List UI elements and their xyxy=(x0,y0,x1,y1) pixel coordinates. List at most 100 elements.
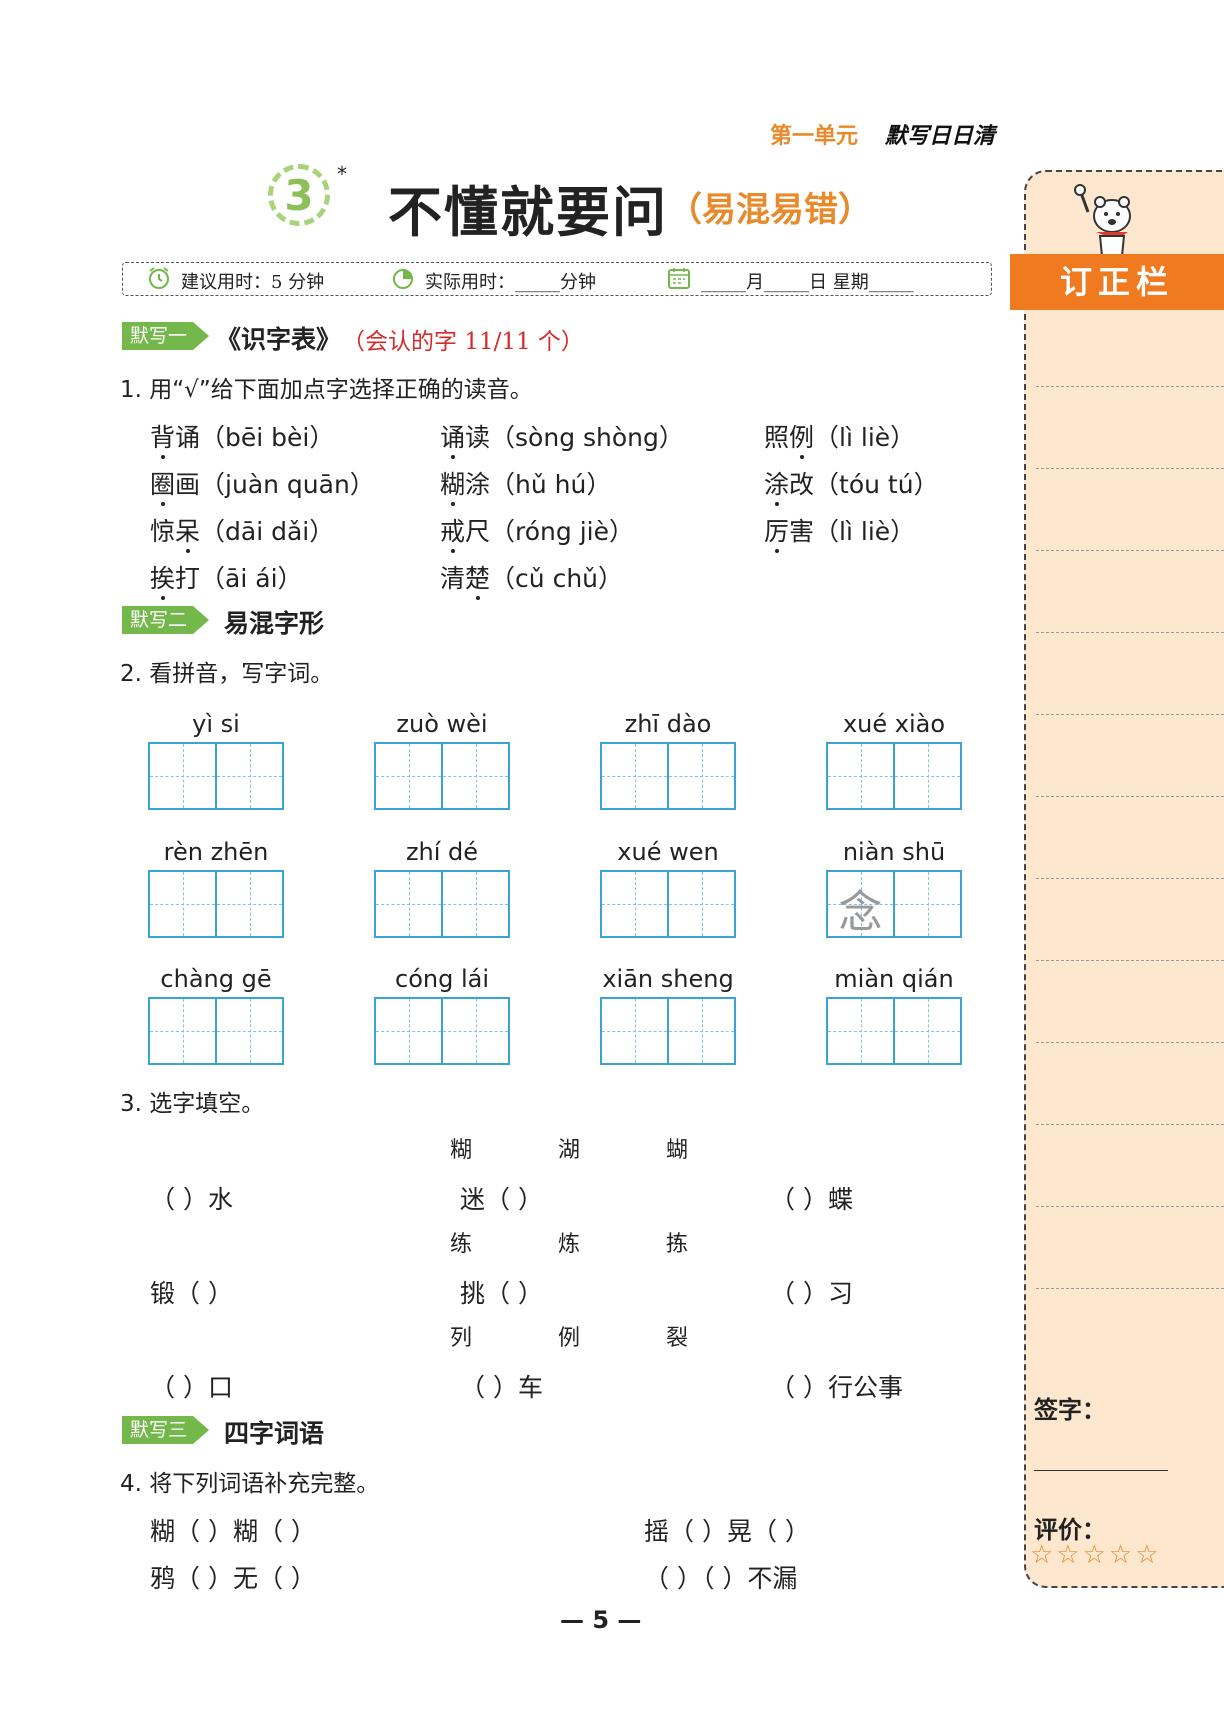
grid-cell[interactable] xyxy=(217,999,282,1063)
grid-cell[interactable] xyxy=(150,999,217,1063)
grid-cell[interactable] xyxy=(376,999,443,1063)
fill-blank[interactable]: 迷（ ） xyxy=(460,1180,543,1216)
writing-grid[interactable] xyxy=(600,742,736,810)
pinyin-options[interactable]: （lì liè） xyxy=(814,423,915,452)
writing-grid[interactable] xyxy=(374,870,510,938)
grid-cell[interactable] xyxy=(895,872,960,936)
correction-banner: 订正栏 xyxy=(1010,254,1224,310)
fill-blank[interactable]: （ ）蝶 xyxy=(770,1180,853,1216)
writing-grid[interactable] xyxy=(600,997,736,1065)
idiom-blank[interactable]: 糊（ ）糊（ ） xyxy=(150,1512,316,1548)
pinyin-label: xué wen xyxy=(617,838,719,866)
grid-cell[interactable] xyxy=(602,744,669,808)
grid-cell[interactable] xyxy=(669,744,734,808)
grid-cell[interactable]: 念 xyxy=(828,872,895,938)
grid-cell[interactable] xyxy=(376,872,443,936)
writing-grid[interactable] xyxy=(826,742,962,810)
question-2-title: 2. 看拼音，写字词。 xyxy=(120,661,334,687)
grid-cell[interactable] xyxy=(443,744,508,808)
pronunciation-item: 涂改（tóu tú） xyxy=(764,465,939,501)
pinyin-label: rèn zhēn xyxy=(163,838,269,866)
pinyin-label: yì si xyxy=(192,710,240,738)
correction-line[interactable] xyxy=(1036,1042,1224,1043)
grid-cell[interactable] xyxy=(376,744,443,808)
correction-line[interactable] xyxy=(1036,1206,1224,1207)
question-1-title: 1. 用“√”给下面加点字选择正确的读音。 xyxy=(120,377,533,403)
correction-panel xyxy=(1024,170,1224,1588)
word-char: 改 xyxy=(789,470,815,499)
grid-cell[interactable] xyxy=(669,872,734,936)
correction-line[interactable] xyxy=(1036,796,1224,797)
grid-cell[interactable] xyxy=(602,999,669,1063)
correction-line[interactable] xyxy=(1036,1124,1224,1125)
grid-cell[interactable] xyxy=(602,872,669,936)
pinyin-options[interactable]: （hǔ hú） xyxy=(490,470,611,499)
writing-grid[interactable]: 念 xyxy=(826,870,962,938)
word-char: 读 xyxy=(465,423,491,452)
date-field[interactable]: _____月_____日 星期_____ xyxy=(701,268,914,294)
pinyin-label: zhī dào xyxy=(624,710,712,738)
writing-grid[interactable] xyxy=(600,870,736,938)
word-char: 涂 xyxy=(465,470,491,499)
word-char: 照 xyxy=(764,423,790,452)
correction-line[interactable] xyxy=(1036,386,1224,387)
pinyin-options[interactable]: （sòng shòng） xyxy=(490,423,684,452)
sign-line[interactable] xyxy=(1034,1470,1168,1471)
correction-line[interactable] xyxy=(1036,550,1224,551)
writing-grid[interactable] xyxy=(148,997,284,1065)
idiom-blank[interactable]: 鸦（ ）无（ ） xyxy=(150,1559,316,1595)
pronunciation-item: 挨打（āi ái） xyxy=(150,559,303,595)
fill-blank[interactable]: （ ）口 xyxy=(150,1368,233,1404)
section-tag-1: 默写一 xyxy=(122,322,209,350)
pinyin-options[interactable]: （lì liè） xyxy=(814,517,915,546)
pinyin-options[interactable]: （tóu tú） xyxy=(814,470,939,499)
fill-blank[interactable]: （ ）车 xyxy=(460,1368,543,1404)
pinyin-options[interactable]: （bēi bèi） xyxy=(200,423,334,452)
pinyin-label: miàn qián xyxy=(834,965,954,993)
actual-time[interactable]: 实际用时：_____分钟 xyxy=(425,268,596,294)
pinyin-options[interactable]: （juàn quān） xyxy=(200,470,375,499)
idiom-blank[interactable]: （ ）（ ）不漏 xyxy=(644,1559,797,1595)
correction-line[interactable] xyxy=(1036,878,1224,879)
pinyin-options[interactable]: （dāi dǎi） xyxy=(200,517,334,546)
fill-blank[interactable]: （ ）水 xyxy=(150,1180,233,1216)
grid-cell[interactable] xyxy=(150,872,217,936)
writing-grid[interactable] xyxy=(148,870,284,938)
pinyin-options[interactable]: （cǔ chǔ） xyxy=(490,564,623,593)
rating-stars[interactable]: ☆☆☆☆☆ xyxy=(1030,1540,1162,1570)
idiom-blank[interactable]: 摇（ ）晃（ ） xyxy=(644,1512,810,1548)
suggested-time: 建议用时：5 分钟 xyxy=(181,272,325,293)
writing-grid[interactable] xyxy=(374,742,510,810)
fill-blank[interactable]: （ ）行公事 xyxy=(770,1368,903,1404)
grid-cell[interactable] xyxy=(669,999,734,1063)
correction-line[interactable] xyxy=(1036,1288,1224,1289)
correction-line[interactable] xyxy=(1036,468,1224,469)
word-char: 例 xyxy=(789,418,814,454)
writing-grid[interactable] xyxy=(826,997,962,1065)
grid-cell[interactable] xyxy=(895,999,960,1063)
pronunciation-item: 圈画（juàn quān） xyxy=(150,465,375,501)
correction-line[interactable] xyxy=(1036,714,1224,715)
grid-cell[interactable] xyxy=(443,999,508,1063)
pinyin-options[interactable]: （āi ái） xyxy=(200,564,302,593)
fill-blank[interactable]: 挑（ ） xyxy=(460,1274,543,1310)
fill-blank[interactable]: （ ）习 xyxy=(770,1274,853,1310)
writing-grid[interactable] xyxy=(374,997,510,1065)
calendar-icon xyxy=(668,268,690,289)
pinyin-label: zuò wèi xyxy=(396,710,488,738)
word-char: 画 xyxy=(175,470,201,499)
grid-cell[interactable] xyxy=(828,999,895,1063)
grid-cell[interactable] xyxy=(217,744,282,808)
grid-cell[interactable] xyxy=(895,744,960,808)
fill-blank[interactable]: 锻（ ） xyxy=(150,1274,233,1310)
pinyin-label: xiān sheng xyxy=(602,965,734,993)
pinyin-label: xué xiào xyxy=(842,710,946,738)
grid-cell[interactable] xyxy=(828,744,895,808)
writing-grid[interactable] xyxy=(148,742,284,810)
grid-cell[interactable] xyxy=(443,872,508,936)
grid-cell[interactable] xyxy=(217,872,282,936)
grid-cell[interactable] xyxy=(150,744,217,808)
correction-line[interactable] xyxy=(1036,960,1224,961)
pinyin-options[interactable]: （róng jiè） xyxy=(490,517,634,546)
correction-line[interactable] xyxy=(1036,632,1224,633)
